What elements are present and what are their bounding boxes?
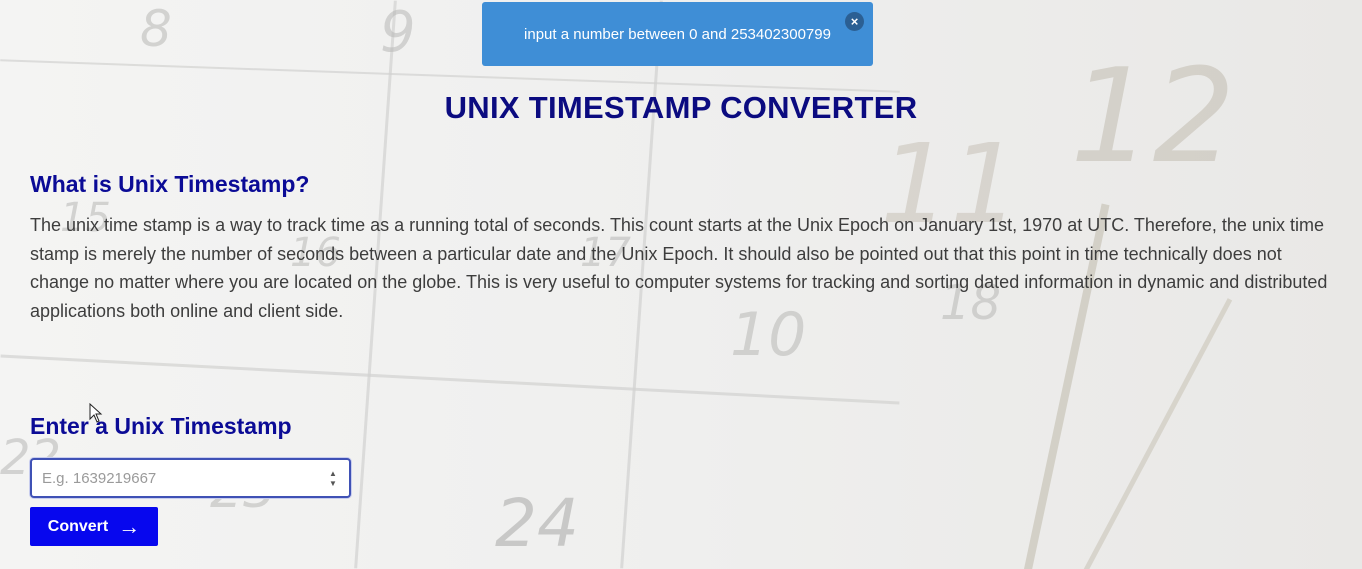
timestamp-input-wrapper: ▲ ▼ [30,458,351,498]
bg-clock-hand [1072,298,1233,569]
spinner-up-icon[interactable]: ▲ [329,470,337,478]
number-spinner[interactable]: ▲ ▼ [327,470,339,488]
timestamp-input[interactable] [32,460,349,496]
converter-heading: Enter a Unix Timestamp [30,413,292,439]
about-description: The unix time stamp is a way to track ti… [30,215,1328,322]
mouse-cursor-icon [89,403,103,423]
validation-toast: input a number between 0 and 25340230079… [482,2,873,66]
spinner-down-icon[interactable]: ▼ [329,480,337,488]
page-title: UNIX TIMESTAMP CONVERTER [444,90,918,125]
convert-button[interactable]: Convert → [30,507,158,546]
close-icon[interactable]: × [845,12,864,31]
bg-number: 9 [380,0,416,65]
arrow-right-icon: → [118,513,141,539]
bg-number: 24 [495,485,579,562]
toast-message: input a number between 0 and 25340230079… [524,25,831,43]
bg-number: 8 [140,0,172,58]
about-heading: What is Unix Timestamp? [30,171,310,197]
convert-label: Convert [47,517,109,535]
